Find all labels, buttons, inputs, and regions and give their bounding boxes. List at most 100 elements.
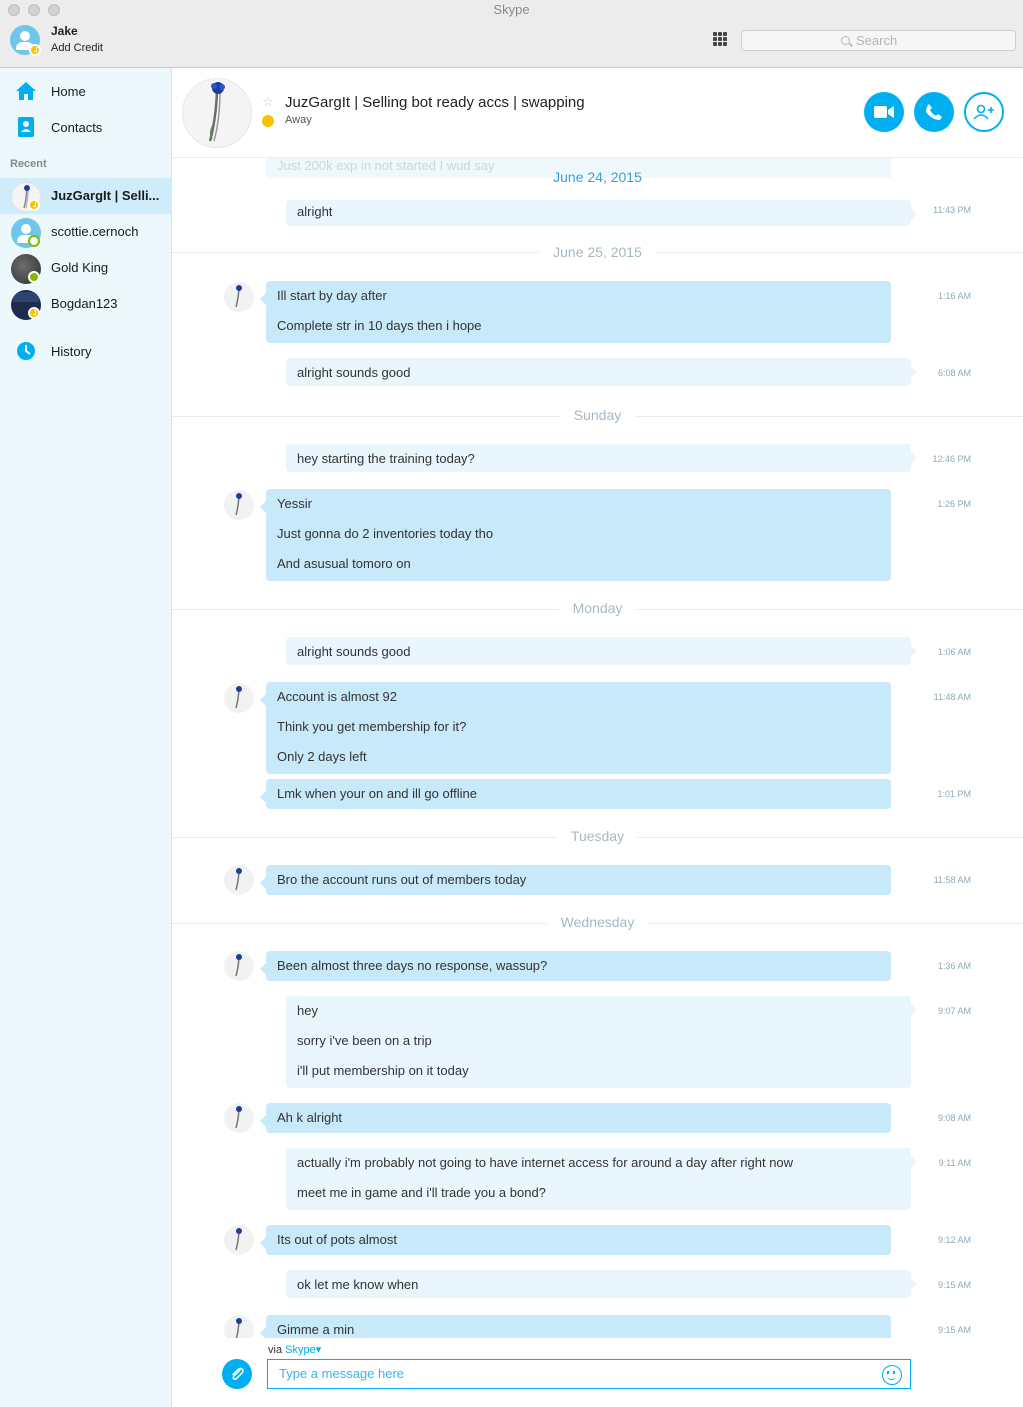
send-via[interactable]: via Skype▾ <box>268 1343 321 1356</box>
recent-item-label: scottie.cernoch <box>51 224 139 239</box>
contact-avatar-small[interactable] <box>224 1225 254 1255</box>
phone-icon <box>926 104 942 120</box>
date-separator: Sunday <box>172 407 1023 423</box>
message-bubble-incoming[interactable]: Ah k alright <box>260 1103 891 1133</box>
message-bubble-outgoing[interactable]: hey starting the training today? <box>286 444 917 472</box>
my-avatar[interactable] <box>10 25 41 56</box>
chat-header: ☆ JuzGargIt | Selling bot ready accs | s… <box>172 68 1023 158</box>
message-bubble-incoming[interactable]: Account is almost 92 Think you get membe… <box>260 682 891 774</box>
contact-avatar-small[interactable] <box>224 1315 254 1338</box>
date-separator: Tuesday <box>172 828 1023 844</box>
message-timestamp: 1:36 AM <box>937 961 971 971</box>
contact-title: JuzGargIt | Selling bot ready accs | swa… <box>285 94 585 111</box>
date-separator: Wednesday <box>172 914 1023 930</box>
message-bubble-outgoing[interactable]: alright sounds good <box>286 358 917 386</box>
away-status-icon <box>262 115 274 127</box>
message-bubble-outgoing[interactable]: hey sorry i've been on a trip i'll put m… <box>286 996 917 1088</box>
contact-avatar-small[interactable] <box>224 282 254 312</box>
via-service-dropdown[interactable]: Skype <box>285 1344 316 1356</box>
message-timestamp: 9:07 AM <box>937 1006 971 1016</box>
away-status-icon <box>28 307 40 319</box>
message-timestamp: 9:15 AM <box>937 1280 971 1290</box>
profile-name[interactable]: Jake <box>51 24 78 38</box>
date-separator: June 24, 2015 <box>553 169 642 185</box>
message-timestamp: 9:08 AM <box>937 1113 971 1123</box>
recent-item-gold-king[interactable]: Gold King <box>0 250 171 286</box>
message-timestamp: 11:43 PM <box>933 205 971 215</box>
offline-status-icon <box>28 235 40 247</box>
add-credit-link[interactable]: Add Credit <box>51 42 103 54</box>
contact-status: Away <box>285 114 312 126</box>
sidebar-item-label: History <box>51 343 92 359</box>
message-timestamp: 1:06 AM <box>937 647 971 657</box>
favorite-star-icon[interactable]: ☆ <box>262 94 274 110</box>
recent-item-juzgargit[interactable]: JuzGargIt | Selli... <box>0 178 171 214</box>
emoticon-icon[interactable] <box>882 1365 902 1385</box>
sidebar-item-label: Home <box>51 83 86 99</box>
add-person-icon <box>973 104 994 120</box>
dialpad-icon[interactable] <box>713 32 727 46</box>
title-bar: Skype Jake Add Credit <box>0 0 1023 68</box>
message-timestamp: 6:08 AM <box>937 368 971 378</box>
message-bubble-outgoing[interactable]: alright <box>286 200 917 226</box>
search-icon <box>841 36 850 45</box>
window-title: Skype <box>493 2 530 17</box>
message-timestamp: 12:46 PM <box>932 454 971 464</box>
chevron-down-icon: ▾ <box>315 1344 322 1356</box>
message-bubble-incoming[interactable]: Its out of pots almost <box>260 1225 891 1255</box>
add-people-button[interactable] <box>964 92 1004 132</box>
recent-item-label: JuzGargIt | Selli... <box>51 188 160 203</box>
message-timestamp: 9:15 AM <box>937 1325 971 1335</box>
message-bubble-incoming[interactable]: Gimme a min <box>260 1315 891 1338</box>
sidebar-item-home[interactable]: Home <box>0 73 171 109</box>
contact-avatar-small[interactable] <box>224 683 254 713</box>
sidebar-item-label: Contacts <box>51 119 103 135</box>
message-timestamp: 9:11 AM <box>938 1158 971 1168</box>
audio-call-button[interactable] <box>914 92 954 132</box>
contact-avatar-small[interactable] <box>224 1103 254 1133</box>
away-status-icon <box>28 199 40 211</box>
sidebar: Home Contacts Recent JuzGargIt | Selli..… <box>0 68 172 1407</box>
message-timestamp: 1:16 AM <box>937 291 971 301</box>
message-bubble-outgoing[interactable]: ok let me know when <box>286 1270 917 1298</box>
search-input[interactable] <box>856 32 1006 49</box>
sidebar-item-contacts[interactable]: Contacts <box>0 109 171 145</box>
message-bubble-outgoing[interactable]: actually i'm probably not going to have … <box>286 1148 917 1210</box>
date-separator: June 25, 2015 <box>172 244 1023 260</box>
message-bubble-incoming[interactable]: Yessir Just gonna do 2 inventories today… <box>260 489 891 581</box>
message-input[interactable] <box>279 1366 869 1381</box>
contact-avatar-small[interactable] <box>224 490 254 520</box>
history-clock-icon <box>17 342 35 360</box>
message-timestamp: 9:12 AM <box>937 1235 971 1245</box>
recent-header: Recent <box>10 158 47 170</box>
video-call-button[interactable] <box>864 92 904 132</box>
recent-item-bogdan[interactable]: Bogdan123 <box>0 286 171 322</box>
recent-item-label: Gold King <box>51 260 109 275</box>
message-list[interactable]: Just 200k exp in not started I wud say J… <box>172 158 1023 1338</box>
contacts-icon <box>18 117 34 137</box>
online-status-icon <box>28 271 40 283</box>
away-status-icon <box>29 44 41 56</box>
recent-item-label: Bogdan123 <box>51 296 118 311</box>
paperclip-icon <box>232 1367 244 1381</box>
contact-avatar-small[interactable] <box>224 951 254 981</box>
attach-file-button[interactable] <box>222 1359 252 1389</box>
message-bubble-outgoing[interactable]: alright sounds good <box>286 637 917 665</box>
contact-avatar-small[interactable] <box>224 865 254 895</box>
message-bubble-incoming[interactable]: Been almost three days no response, wass… <box>260 951 891 981</box>
sidebar-item-history[interactable]: History <box>0 333 171 369</box>
message-bubble-incoming[interactable]: Lmk when your on and ill go offline <box>260 779 891 809</box>
message-compose-box[interactable] <box>267 1359 911 1389</box>
home-icon <box>16 82 36 100</box>
search-box[interactable] <box>741 30 1016 51</box>
recent-item-scottie[interactable]: scottie.cernoch <box>0 214 171 250</box>
message-bubble-incoming[interactable]: Bro the account runs out of members toda… <box>260 865 891 895</box>
message-timestamp: 11:48 AM <box>933 692 971 702</box>
message-timestamp: 1:26 PM <box>937 499 971 509</box>
message-timestamp: 11:58 AM <box>933 875 971 885</box>
video-camera-icon <box>874 106 894 118</box>
message-timestamp: 1:01 PM <box>937 789 971 799</box>
contact-avatar[interactable] <box>182 78 252 148</box>
message-bubble-incoming[interactable]: Ill start by day after Complete str in 1… <box>260 281 891 343</box>
date-separator: Monday <box>172 600 1023 616</box>
